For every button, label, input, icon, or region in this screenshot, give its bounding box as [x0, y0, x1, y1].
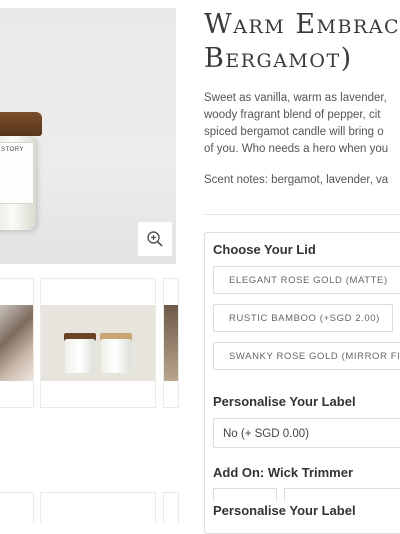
- lid-option-swanky-rose-gold[interactable]: SWANKY ROSE GOLD (MIRROR FIN: [213, 342, 400, 370]
- lid-option-label: Choose Your Lid: [213, 242, 316, 257]
- lid-option-elegant-rose-gold[interactable]: ELEGANT ROSE GOLD (MATTE): [213, 266, 400, 294]
- zoom-button[interactable]: [138, 222, 172, 256]
- description-line: spiced bergamot candle will bring o: [204, 126, 384, 138]
- candle-lid: [0, 112, 42, 136]
- personalise-select[interactable]: No (+ SGD 0.00): [213, 418, 400, 448]
- divider: [204, 214, 400, 215]
- description-line: woody fragrant blend of pepper, cit: [204, 109, 381, 121]
- product-description: Sweet as vanilla, warm as lavender, wood…: [204, 90, 400, 158]
- thumbnail-2[interactable]: [40, 278, 156, 408]
- zoom-in-icon: [147, 231, 163, 247]
- product-title-line-1: Warm Embrac: [204, 9, 400, 40]
- description-line: Sweet as vanilla, warm as lavender,: [204, 92, 387, 104]
- thumbnail-3[interactable]: [163, 278, 179, 408]
- addon-option-2[interactable]: [284, 488, 400, 501]
- thumbnail-1-image: [0, 305, 33, 381]
- thumb-jar-1: [65, 339, 95, 373]
- thumbnail-3-image: [164, 305, 178, 381]
- candle-jar-label: STORY: [0, 142, 34, 204]
- personalise-label: Personalise Your Label: [213, 394, 356, 409]
- thumbnail-6[interactable]: [163, 492, 179, 523]
- thumbnail-5[interactable]: [40, 492, 156, 523]
- addon-option-1[interactable]: [213, 488, 277, 501]
- addon-label: Add On: Wick Trimmer: [213, 465, 354, 480]
- thumb-jar-2: [101, 339, 131, 373]
- product-title: Warm Embrac Bergamot): [204, 8, 400, 76]
- thumbnail-2-image: [41, 305, 155, 381]
- scent-notes: Scent notes: bergamot, lavender, va: [204, 174, 389, 186]
- jar-label-text: STORY: [1, 147, 24, 153]
- thumbnail-1[interactable]: [0, 278, 34, 408]
- thumbnail-4[interactable]: [0, 492, 34, 523]
- description-line: of you. Who needs a hero when you: [204, 143, 389, 155]
- lid-option-rustic-bamboo[interactable]: RUSTIC BAMBOO (+SGD 2.00): [213, 304, 393, 332]
- product-title-line-2: Bergamot): [204, 43, 353, 74]
